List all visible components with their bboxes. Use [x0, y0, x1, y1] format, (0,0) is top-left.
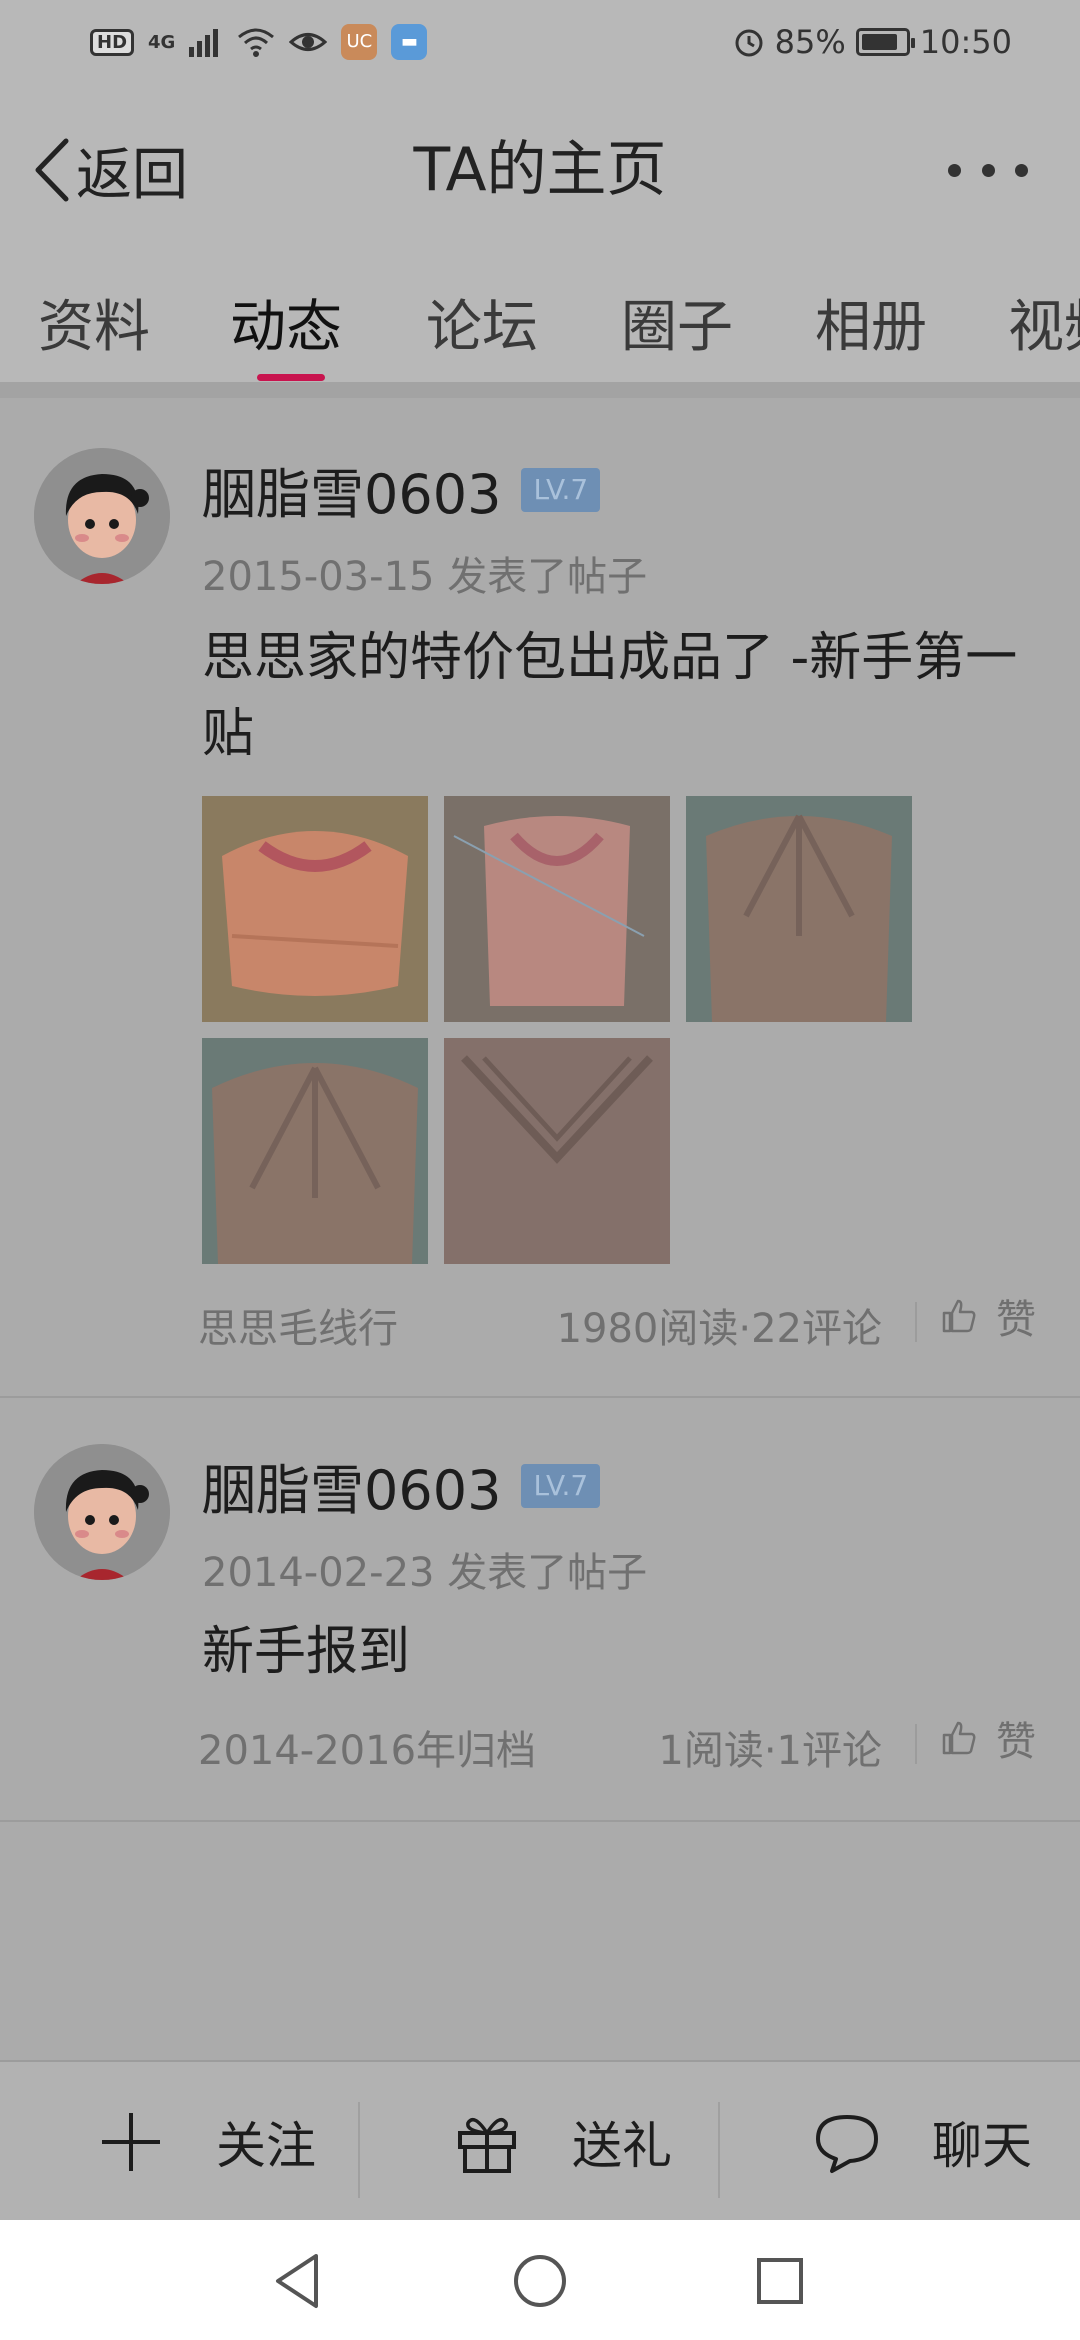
system-nav-bar — [0, 2220, 1080, 2340]
like-button[interactable]: 赞 — [940, 1708, 1036, 1768]
divider — [358, 2102, 360, 2198]
signal-icon — [189, 29, 219, 57]
like-label: 赞 — [996, 1297, 1036, 1343]
plus-icon — [102, 2113, 160, 2171]
battery-percent: 85% — [774, 23, 846, 61]
post-meta: 2014-02-23 发表了帖子 — [202, 1540, 647, 1598]
thumbs-up-icon — [942, 1721, 976, 1755]
hd-badge: HD — [90, 28, 135, 56]
battery-fill — [861, 34, 898, 50]
sweater-photo-icon — [202, 1038, 428, 1264]
back-triangle-icon[interactable] — [264, 2246, 334, 2316]
app-notification-icon: ▬ — [391, 24, 428, 60]
status-right: 85% 10:50 — [733, 22, 1012, 62]
activity-feed: 胭脂雪0603 LV.7 2015-03-15 发表了帖子 思思家的特价包出成品… — [0, 398, 1080, 1822]
post-title[interactable]: 思思家的特价包出成品了 -新手第一贴 — [202, 620, 1032, 772]
thumbs-up-icon — [942, 1299, 976, 1333]
avatar-girl-icon — [34, 448, 170, 584]
avatar[interactable] — [34, 448, 170, 584]
recents-square-icon[interactable] — [745, 2246, 815, 2316]
post-date: 2015-03-15 — [202, 554, 435, 600]
post-source[interactable]: 思思毛线行 — [198, 1296, 398, 1354]
feed-post[interactable]: 胭脂雪0603 LV.7 2015-03-15 发表了帖子 思思家的特价包出成品… — [0, 398, 1080, 1398]
avatar-girl-icon — [34, 1444, 170, 1580]
uc-browser-icon: UC — [341, 24, 378, 60]
status-bar: HD 4G UC ▬ 85% 10:50 — [0, 0, 1080, 84]
post-image[interactable] — [202, 796, 428, 1022]
section-separator — [0, 382, 1080, 398]
more-dot — [948, 163, 961, 177]
divider — [915, 1724, 917, 1764]
username-text: 胭脂雪0603 — [202, 1459, 502, 1522]
post-stats: 1阅读·1评论 — [658, 1728, 882, 1774]
tab-forum[interactable]: 论坛 — [426, 282, 538, 360]
avatar[interactable] — [34, 1444, 170, 1580]
gift-button[interactable]: 送礼 — [452, 2062, 672, 2222]
alarm-icon — [735, 29, 763, 57]
post-stats: 1980阅读·22评论 — [556, 1306, 882, 1352]
post-date: 2014-02-23 — [202, 1550, 435, 1596]
sweater-photo-icon — [444, 1038, 670, 1264]
username[interactable]: 胭脂雪0603 LV.7 — [202, 450, 601, 529]
follow-button[interactable]: 关注 — [96, 2062, 316, 2222]
wifi-icon — [238, 28, 275, 57]
like-button[interactable]: 赞 — [940, 1286, 1036, 1346]
post-image[interactable] — [202, 1038, 428, 1264]
battery-icon — [855, 28, 915, 56]
post-source[interactable]: 2014-2016年归档 — [198, 1718, 536, 1776]
divider — [915, 1302, 917, 1342]
post-action: 发表了帖子 — [447, 554, 648, 600]
active-tab-indicator — [257, 374, 325, 381]
more-button[interactable] — [948, 150, 1028, 190]
post-image[interactable] — [444, 1038, 670, 1264]
divider — [718, 2102, 720, 2198]
tab-activity[interactable]: 动态 — [230, 282, 342, 360]
post-action: 发表了帖子 — [447, 1550, 648, 1596]
username[interactable]: 胭脂雪0603 LV.7 — [202, 1446, 601, 1525]
clock: 10:50 — [919, 23, 1012, 61]
tab-video[interactable]: 视频 — [1008, 282, 1080, 360]
chat-button[interactable]: 聊天 — [812, 2062, 1032, 2222]
home-circle-icon[interactable] — [505, 2246, 575, 2316]
post-title[interactable]: 新手报到 — [202, 1614, 1032, 1690]
tab-circle[interactable]: 圈子 — [621, 282, 733, 360]
bottom-action-bar: 关注 送礼 聊天 — [0, 2060, 1080, 2220]
chat-bubble-icon — [816, 2115, 878, 2173]
eye-icon — [289, 33, 328, 51]
follow-label: 关注 — [216, 2117, 316, 2175]
screen: HD 4G UC ▬ 85% 10:50 返回 TA的主页 资料 动态 论坛 圈… — [0, 0, 1080, 2340]
like-label: 赞 — [996, 1719, 1036, 1765]
tab-profile[interactable]: 资料 — [38, 282, 150, 360]
level-badge: LV.7 — [521, 467, 601, 512]
sweater-photo-icon — [444, 796, 670, 1022]
post-image[interactable] — [444, 796, 670, 1022]
gift-icon — [458, 2117, 516, 2173]
status-left: HD 4G UC ▬ — [90, 22, 428, 62]
nav-bar: 返回 TA的主页 — [0, 84, 1080, 252]
sweater-photo-icon — [202, 796, 428, 1022]
more-dot — [981, 163, 995, 177]
more-dot — [1015, 163, 1028, 177]
feed-post[interactable]: 胭脂雪0603 LV.7 2014-02-23 发表了帖子 新手报到 2014-… — [0, 1398, 1080, 1822]
username-text: 胭脂雪0603 — [202, 463, 502, 526]
page-title: TA的主页 — [413, 135, 667, 205]
chat-label: 聊天 — [932, 2117, 1032, 2175]
gift-label: 送礼 — [572, 2117, 672, 2175]
post-meta: 2015-03-15 发表了帖子 — [202, 544, 647, 602]
network-indicator: 4G — [148, 31, 176, 53]
post-image[interactable] — [686, 796, 912, 1022]
sweater-photo-icon — [686, 796, 912, 1022]
tab-album[interactable]: 相册 — [815, 282, 927, 360]
tab-bar: 资料 动态 论坛 圈子 相册 视频 — [0, 252, 1080, 382]
level-badge: LV.7 — [521, 1463, 601, 1508]
